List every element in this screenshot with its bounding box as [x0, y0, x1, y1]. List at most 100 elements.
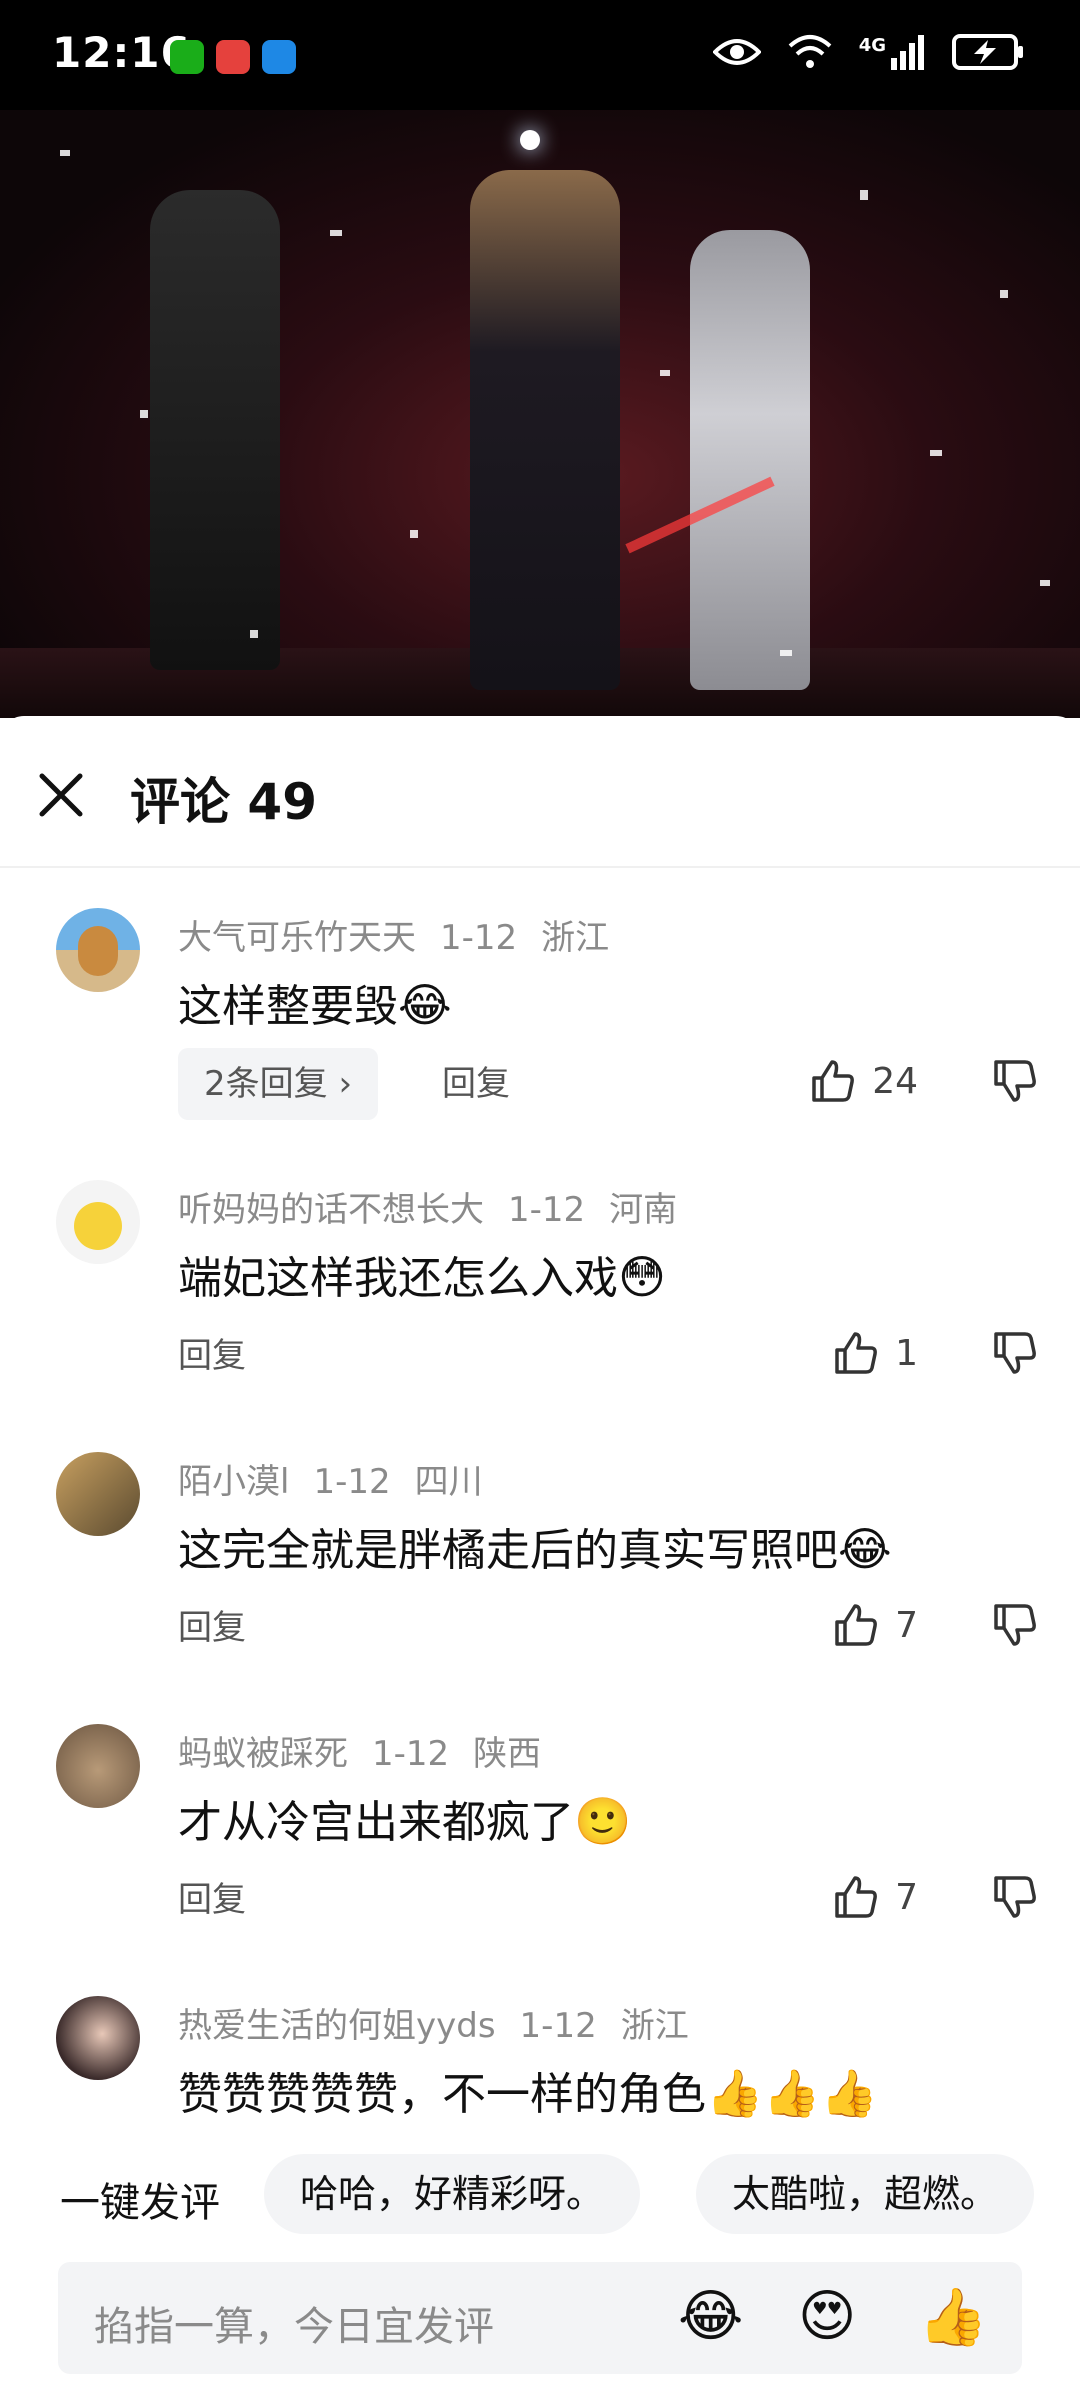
- like-button[interactable]: 7: [833, 1874, 918, 1920]
- thumbs-up-icon: [835, 1876, 877, 1918]
- emoji-laugh-button[interactable]: 😂: [678, 2284, 743, 2349]
- like-count: 7: [895, 1604, 918, 1646]
- dancer-right: [690, 230, 810, 690]
- thumbs-down-icon[interactable]: [992, 1602, 1038, 1648]
- comment-actions: 回复 7: [178, 1864, 1038, 1936]
- comment-region: 四川: [414, 1462, 483, 1502]
- thumbs-down-icon[interactable]: [992, 1330, 1038, 1376]
- like-count: 24: [872, 1060, 918, 1102]
- comment-item: 热爱生活的何姐yyds 1-12 浙江 赞赞赞赞赞，不一样的角色👍👍👍: [0, 1996, 1080, 2126]
- comment-username[interactable]: 陌小漠l: [178, 1462, 289, 1502]
- comment-text: 才从冷宫出来都疯了🙂: [178, 1786, 631, 1850]
- comment-text-body: 赞赞赞赞赞，不一样的角色: [178, 2069, 706, 2120]
- status-icons: 4G: [712, 34, 1024, 70]
- comment-input-placeholder: 掐指一算，今日宜发评: [94, 2304, 494, 2350]
- comment-emoji: 😂: [398, 978, 452, 1032]
- comment-text: 这完全就是胖橘走后的真实写照吧😂: [178, 1514, 892, 1578]
- comment-actions: 回复 7: [178, 1592, 1038, 1664]
- signal-icon: [891, 35, 924, 70]
- comment-region: 河南: [609, 1190, 678, 1230]
- thumbs-up-icon: [812, 1060, 855, 1102]
- search-app-icon: [262, 40, 296, 74]
- comment-region: 浙江: [541, 918, 610, 958]
- confetti: [330, 230, 342, 236]
- reply-button[interactable]: 回复: [178, 1592, 246, 1664]
- comment-meta: 蚂蚁被踩死 1-12 陕西: [178, 1726, 565, 1775]
- comment-meta: 热爱生活的何姐yyds 1-12 浙江: [178, 1998, 713, 2047]
- comment-meta: 听妈妈的话不想长大 1-12 河南: [178, 1182, 701, 1231]
- comment-emoji: 😂: [838, 1522, 892, 1576]
- comment-username[interactable]: 大气可乐竹天天: [178, 918, 416, 958]
- quick-comment-chip[interactable]: 哈哈，好精彩呀。: [264, 2154, 641, 2234]
- network-type: 4G: [858, 35, 886, 56]
- quick-comment-row: 一键发评 哈哈，好精彩呀。 太酷啦，超燃。: [0, 2150, 1080, 2240]
- avatar[interactable]: [56, 1452, 140, 1536]
- comment-text-body: 这完全就是胖橘走后的真实写照吧: [178, 1525, 838, 1576]
- comment-text-body: 端妃这样我还怎么入戏: [178, 1253, 618, 1304]
- confetti: [930, 450, 942, 456]
- comment-date: 1-12: [508, 1190, 586, 1230]
- avatar[interactable]: [56, 1180, 140, 1264]
- dancer-left: [150, 190, 280, 670]
- comment-username[interactable]: 蚂蚁被踩死: [178, 1734, 348, 1774]
- close-icon[interactable]: [34, 768, 88, 822]
- sheet-header: 评论 49: [0, 716, 1080, 866]
- thumbs-down-icon[interactable]: [992, 1874, 1038, 1920]
- thumbs-up-icon: [835, 1332, 877, 1374]
- comment-text: 端妃这样我还怎么入戏😳: [178, 1242, 666, 1306]
- confetti: [410, 530, 418, 538]
- comment-emoji: 😳: [618, 1250, 666, 1304]
- header-divider: [0, 866, 1080, 868]
- like-button[interactable]: 1: [833, 1330, 918, 1376]
- comment-item: 陌小漠l 1-12 四川 这完全就是胖橘走后的真实写照吧😂 回复 7: [0, 1452, 1080, 1648]
- comment-item: 蚂蚁被踩死 1-12 陕西 才从冷宫出来都疯了🙂 回复 7: [0, 1724, 1080, 1920]
- quick-comment-label: 一键发评: [60, 2180, 220, 2226]
- comment-sheet: 评论 49 大气可乐竹天天 1-12 浙江 这样整要毁😂 2条回复 › 回复 24: [0, 716, 1080, 2400]
- huawei-app-icon: [216, 40, 250, 74]
- view-replies-button[interactable]: 2条回复 ›: [178, 1048, 379, 1120]
- comment-emoji: 👍👍👍: [706, 2066, 878, 2120]
- reply-button[interactable]: 回复: [442, 1048, 510, 1120]
- comment-username[interactable]: 热爱生活的何姐yyds: [178, 2006, 496, 2046]
- confetti: [250, 630, 258, 638]
- comment-emoji: 🙂: [574, 1794, 632, 1848]
- comment-actions: 2条回复 › 回复 24: [178, 1048, 1038, 1120]
- comment-meta: 陌小漠l 1-12 四川: [178, 1454, 507, 1503]
- emoji-heart-eyes-button[interactable]: 😍: [798, 2284, 856, 2349]
- comment-date: 1-12: [313, 1462, 391, 1502]
- thumbs-up-icon: [835, 1604, 877, 1646]
- video-player[interactable]: [0, 110, 1080, 718]
- eye-icon: [712, 39, 761, 65]
- comment-date: 1-12: [372, 1734, 450, 1774]
- confetti: [780, 650, 792, 656]
- like-count: 1: [895, 1332, 918, 1374]
- reply-button[interactable]: 回复: [178, 1320, 246, 1392]
- status-bar: 12:16 4G: [0, 0, 1080, 110]
- confetti: [520, 130, 540, 150]
- wechat-icon: [170, 40, 204, 74]
- comment-text-body: 这样整要毁: [178, 981, 398, 1032]
- emoji-thumbs-up-button[interactable]: 👍: [918, 2284, 988, 2350]
- like-button[interactable]: 24: [810, 1058, 918, 1104]
- confetti: [660, 370, 670, 376]
- avatar[interactable]: [56, 908, 140, 992]
- dancer-middle: [470, 170, 620, 690]
- thumbs-down-icon[interactable]: [992, 1058, 1038, 1104]
- comment-username[interactable]: 听妈妈的话不想长大: [178, 1190, 484, 1230]
- avatar[interactable]: [56, 1724, 140, 1808]
- comment-text: 赞赞赞赞赞，不一样的角色👍👍👍: [178, 2058, 878, 2122]
- like-button[interactable]: 7: [833, 1602, 918, 1648]
- confetti: [1000, 290, 1008, 298]
- reply-button[interactable]: 回复: [178, 1864, 246, 1936]
- confetti: [860, 190, 868, 200]
- comment-text-body: 才从冷宫出来都疯了: [178, 1797, 574, 1848]
- comment-region: 浙江: [620, 2006, 689, 2046]
- quick-comment-chip[interactable]: 太酷啦，超燃。: [696, 2154, 1035, 2234]
- comment-meta: 大气可乐竹天天 1-12 浙江: [178, 910, 633, 959]
- comment-date: 1-12: [440, 918, 518, 958]
- comment-actions: 回复 1: [178, 1320, 1038, 1392]
- avatar[interactable]: [56, 1996, 140, 2080]
- comment-item: 听妈妈的话不想长大 1-12 河南 端妃这样我还怎么入戏😳 回复 1: [0, 1180, 1080, 1376]
- comment-input[interactable]: 掐指一算，今日宜发评 😂 😍 👍: [58, 2262, 1022, 2374]
- wifi-icon: [788, 35, 832, 68]
